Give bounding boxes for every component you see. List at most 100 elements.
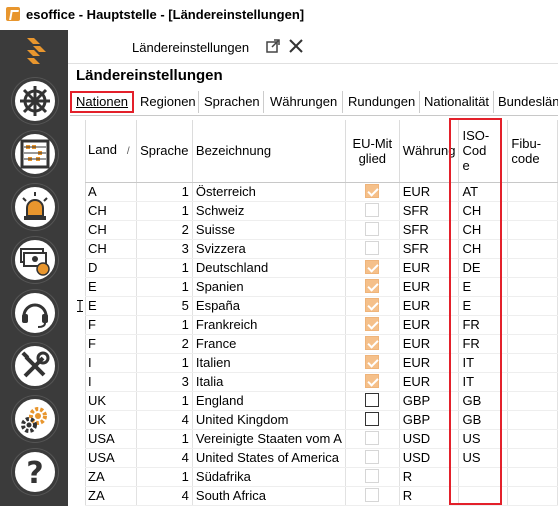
cell-fibu-code[interactable] [507,296,558,316]
cell-fibu-code[interactable] [507,334,558,354]
eu-member-checkbox[interactable] [365,450,380,465]
cell-sprache[interactable]: 1 [136,391,193,411]
cell-eu-mitglied[interactable] [345,391,400,411]
tab-regionen[interactable]: Regionen [136,91,199,113]
column-header-sprache[interactable]: Sprache [136,120,193,183]
cell-bezeichnung[interactable]: España [192,296,346,316]
eu-member-checkbox[interactable] [365,469,380,484]
eu-member-checkbox[interactable] [365,317,380,332]
sidebar-item-abacus[interactable] [12,131,58,177]
eu-member-checkbox[interactable] [365,279,380,294]
cell-land[interactable]: E [85,277,138,297]
eu-member-checkbox[interactable] [365,374,380,389]
cell-sprache[interactable]: 4 [136,486,193,506]
column-header-fibu-code[interactable]: Fibu-code [507,120,558,183]
cell-fibu-code[interactable] [507,486,558,506]
eu-member-checkbox[interactable] [365,184,380,199]
cell-bezeichnung[interactable]: Österreich [192,182,346,202]
table-row[interactable]: E 1 Spanien EUR E [85,277,558,297]
sidebar-item-helm[interactable] [12,78,58,124]
eu-member-checkbox[interactable] [365,412,380,427]
cell-waehrung[interactable]: SFR [399,239,460,259]
cell-iso-code[interactable]: E [458,277,509,297]
column-header-iso-code[interactable]: ISO-Code [458,120,509,183]
cell-land[interactable]: I [85,372,138,392]
cell-iso-code[interactable]: GB [458,391,509,411]
cell-land[interactable]: ZA [85,467,138,487]
column-header-eu-mitglied[interactable]: EU-Mitglied [345,120,400,183]
cell-fibu-code[interactable] [507,239,558,259]
cell-bezeichnung[interactable]: Deutschland [192,258,346,278]
cell-iso-code[interactable]: IT [458,372,509,392]
column-header-waehrung[interactable]: Währung [399,120,460,183]
cell-waehrung[interactable]: SFR [399,201,460,221]
cell-fibu-code[interactable] [507,467,558,487]
tab-bundeslaender[interactable]: Bundesländer [494,91,558,113]
table-row[interactable]: USA 1 Vereinigte Staaten vom A USD US [85,429,558,449]
cell-bezeichnung[interactable]: Svizzera [192,239,346,259]
table-row[interactable]: A 1 Österreich EUR AT [85,182,558,202]
cell-waehrung[interactable]: R [399,486,460,506]
cell-sprache[interactable]: 3 [136,239,193,259]
eu-member-checkbox[interactable] [365,355,380,370]
cell-iso-code[interactable]: CH [458,220,509,240]
table-row[interactable]: CH 2 Suisse SFR CH [85,220,558,240]
tab-nationen[interactable]: Nationen [70,91,134,113]
cell-eu-mitglied[interactable] [345,486,400,506]
sidebar-item-siren[interactable] [12,184,58,230]
cell-eu-mitglied[interactable] [345,239,400,259]
table-row[interactable]: ZA 4 South Africa R [85,486,558,506]
eu-member-checkbox[interactable] [365,431,380,446]
cell-land[interactable]: D [85,258,138,278]
sidebar-item-money[interactable] [12,237,58,283]
cell-bezeichnung[interactable]: South Africa [192,486,346,506]
cell-bezeichnung[interactable]: Suisse [192,220,346,240]
cell-sprache[interactable]: 1 [136,467,193,487]
cell-eu-mitglied[interactable] [345,258,400,278]
eu-member-checkbox[interactable] [365,222,380,237]
cell-sprache[interactable]: 1 [136,353,193,373]
table-row[interactable]: CH 1 Schweiz SFR CH [85,201,558,221]
cell-land[interactable]: E [85,296,138,316]
cell-waehrung[interactable]: R [399,467,460,487]
cell-waehrung[interactable]: USD [399,448,460,468]
cell-bezeichnung[interactable]: Vereinigte Staaten vom A [192,429,346,449]
cell-fibu-code[interactable] [507,372,558,392]
cell-eu-mitglied[interactable] [345,410,400,430]
sidebar-item-support[interactable] [12,290,58,336]
eu-member-checkbox[interactable] [365,336,380,351]
column-header-land[interactable]: Land / [85,120,138,183]
cell-sprache[interactable]: 1 [136,258,193,278]
cell-sprache[interactable]: 2 [136,220,193,240]
cell-iso-code[interactable]: GB [458,410,509,430]
cell-land[interactable]: UK [85,391,138,411]
table-row[interactable]: UK 4 United Kingdom GBP GB [85,410,558,430]
cell-waehrung[interactable]: GBP [399,410,460,430]
table-row[interactable]: ZA 1 Südafrika R [85,467,558,487]
cell-fibu-code[interactable] [507,182,558,202]
cell-iso-code[interactable]: FR [458,334,509,354]
cell-sprache[interactable]: 4 [136,448,193,468]
cell-waehrung[interactable]: EUR [399,258,460,278]
cell-iso-code[interactable]: FR [458,315,509,335]
eu-member-checkbox[interactable] [365,203,380,218]
cell-bezeichnung[interactable]: Italia [192,372,346,392]
cell-sprache[interactable]: 2 [136,334,193,354]
cell-land[interactable]: UK [85,410,138,430]
sidebar-item-help[interactable]: ? [12,449,58,495]
table-row[interactable]: E 5 España EUR E [85,296,558,316]
cell-bezeichnung[interactable]: France [192,334,346,354]
cell-land[interactable]: F [85,315,138,335]
cell-fibu-code[interactable] [507,315,558,335]
cell-waehrung[interactable]: EUR [399,296,460,316]
cell-land[interactable]: CH [85,201,138,221]
cell-eu-mitglied[interactable] [345,220,400,240]
cell-fibu-code[interactable] [507,277,558,297]
cell-land[interactable]: F [85,334,138,354]
cell-waehrung[interactable]: SFR [399,220,460,240]
cell-iso-code[interactable]: CH [458,239,509,259]
cell-eu-mitglied[interactable] [345,201,400,221]
table-row[interactable]: USA 4 United States of America USD US [85,448,558,468]
cell-waehrung[interactable]: EUR [399,277,460,297]
cell-eu-mitglied[interactable] [345,296,400,316]
